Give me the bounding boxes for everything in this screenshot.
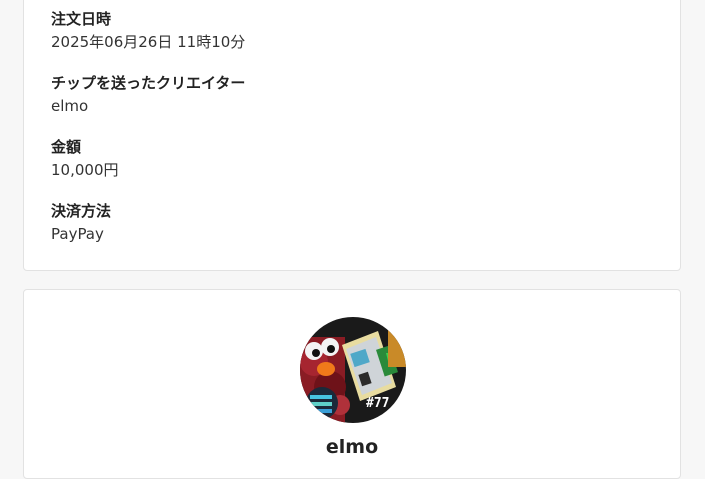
creator-value: elmo	[51, 97, 89, 115]
creator-avatar[interactable]: #77	[300, 317, 406, 423]
payment-method-field: 決済方法 PayPay	[51, 201, 111, 244]
creator-field: チップを送ったクリエイター elmo	[51, 73, 245, 116]
creator-profile-card: #77 elmo	[23, 289, 681, 479]
creator-name[interactable]: elmo	[24, 434, 680, 460]
amount-value: 10,000円	[51, 161, 119, 179]
payment-method-value: PayPay	[51, 225, 104, 243]
creator-label: チップを送ったクリエイター	[51, 74, 246, 92]
amount-field: 金額 10,000円	[51, 137, 119, 180]
payment-method-label: 決済方法	[51, 202, 112, 220]
order-date-field: 注文日時 2025年06月26日 11時10分	[51, 9, 245, 52]
amount-label: 金額	[51, 138, 82, 156]
order-date-label: 注文日時	[51, 10, 112, 28]
avatar-badge-text: #77	[366, 396, 389, 411]
avatar-image: #77	[300, 317, 406, 423]
order-date-value: 2025年06月26日 11時10分	[51, 33, 246, 51]
order-details-card: 注文日時 2025年06月26日 11時10分 チップを送ったクリエイター el…	[23, 0, 681, 271]
